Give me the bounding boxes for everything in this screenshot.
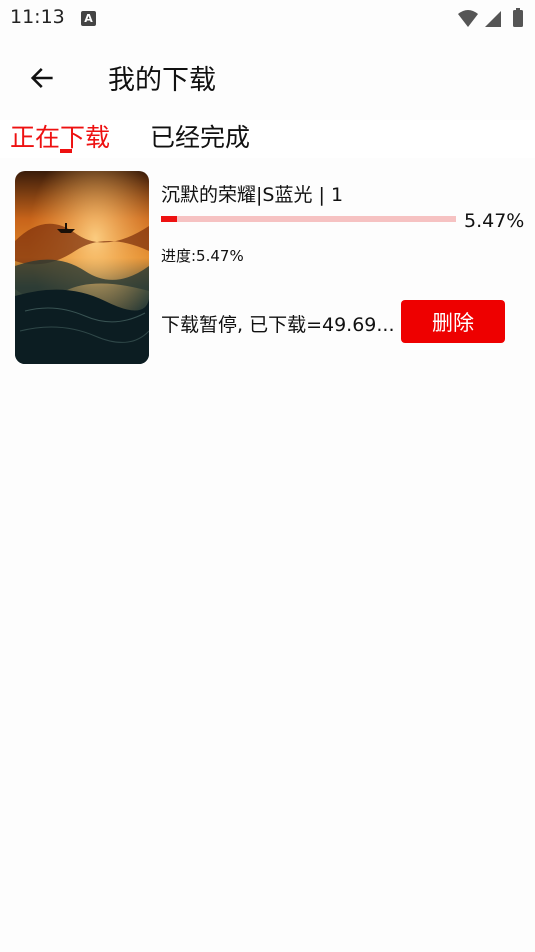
delete-button[interactable]: 删除 (401, 300, 505, 343)
notification-icon: A (81, 11, 96, 26)
wifi-icon (458, 10, 478, 27)
battery-icon (513, 8, 523, 27)
arrow-left-icon (30, 68, 53, 88)
status-time: 11:13 (10, 6, 65, 28)
status-bar: 11:13 A (0, 0, 535, 36)
download-item[interactable]: 沉默的荣耀|S蓝光 | 1 5.47% 进度:5.47% 下载暂停, 已下载=4… (0, 158, 535, 378)
app-bar: 我的下载 (0, 36, 535, 120)
download-status-text: 下载暂停, 已下载=49.69... (161, 314, 395, 336)
tab-indicator (60, 149, 72, 153)
progress-text: 进度:5.47% (161, 247, 244, 265)
progress-percent: 5.47% (464, 210, 525, 232)
back-button[interactable] (20, 56, 64, 100)
progress-bar (161, 216, 456, 222)
tab-bar: 正在下载 已经完成 (0, 120, 535, 158)
page-title: 我的下载 (108, 65, 216, 96)
download-title: 沉默的荣耀|S蓝光 | 1 (161, 184, 344, 206)
cover-image (15, 171, 149, 364)
signal-icon (485, 11, 501, 27)
progress-fill (161, 216, 178, 222)
tab-completed[interactable]: 已经完成 (150, 120, 250, 156)
status-icons (457, 8, 527, 34)
